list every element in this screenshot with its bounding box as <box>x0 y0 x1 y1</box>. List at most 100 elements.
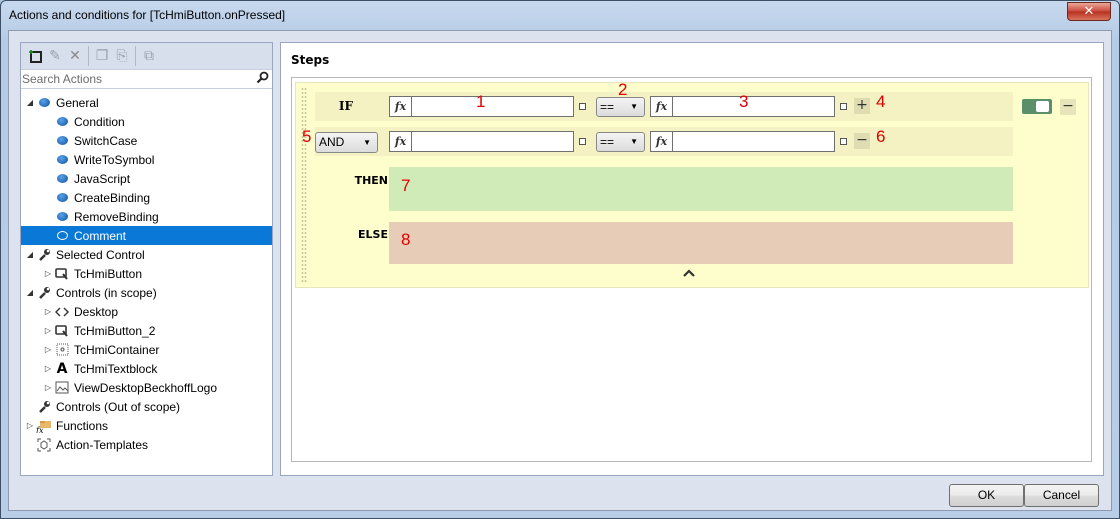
drag-handle[interactable] <box>301 87 307 283</box>
tree-item-label: CreateBinding <box>74 190 151 205</box>
expand-arrow-icon[interactable]: ▷ <box>42 383 54 392</box>
close-icon: ✕ <box>1083 4 1095 19</box>
annotation-5: 5 <box>302 127 312 146</box>
fx-icon[interactable]: fx <box>651 132 673 151</box>
expand-arrow-icon[interactable]: ▷ <box>42 364 54 373</box>
remove-condition-button[interactable]: − <box>854 133 870 149</box>
tree-item[interactable]: CreateBinding <box>21 188 272 207</box>
search-icon[interactable] <box>256 71 269 88</box>
fx-icon[interactable]: fx <box>390 132 412 151</box>
copy-icon[interactable]: ❐ <box>92 46 112 66</box>
action-icon <box>54 191 70 205</box>
edit-action-icon[interactable]: ✎ <box>45 46 65 66</box>
left-expression-checkbox[interactable] <box>579 103 586 110</box>
tree-item[interactable]: ▷ TcHmiButton_2 <box>21 321 272 340</box>
search-input[interactable] <box>21 70 272 88</box>
ok-button[interactable]: OK <box>949 484 1024 507</box>
tree-item[interactable]: ▷ A TcHmiTextblock <box>21 359 272 378</box>
tree-item[interactable]: Controls (Out of scope) <box>21 397 272 416</box>
tree-item[interactable]: Condition <box>21 112 272 131</box>
tree-item[interactable]: ▷ TcHmiButton <box>21 264 272 283</box>
chevron-down-icon: ▼ <box>630 137 638 146</box>
title-bar: Actions and conditions for [TcHmiButton.… <box>1 1 1119 29</box>
tree-item[interactable]: ▷ fx Functions <box>21 416 272 435</box>
annotation-8: 8 <box>401 230 411 249</box>
cancel-button[interactable]: Cancel <box>1024 484 1099 507</box>
tree-item[interactable]: ◢ Controls (in scope) <box>21 283 272 302</box>
right-expression-input[interactable] <box>674 97 834 116</box>
annotation-7: 7 <box>401 176 411 195</box>
collapse-arrow-icon[interactable]: ◢ <box>24 288 36 297</box>
expand-arrow-icon[interactable]: ▷ <box>42 345 54 354</box>
then-drop-area[interactable] <box>389 167 1013 211</box>
action-icon <box>54 229 70 243</box>
expand-arrow-icon[interactable]: ▷ <box>42 307 54 316</box>
fx-icon[interactable]: fx <box>651 97 673 116</box>
button-icon <box>54 324 70 338</box>
operator-select[interactable]: == ▼ <box>596 97 645 117</box>
operator-select[interactable]: == ▼ <box>596 132 645 152</box>
collapse-arrow-icon[interactable]: ◢ <box>24 98 36 107</box>
chevron-down-icon: ▼ <box>363 138 371 147</box>
tree-item[interactable]: Comment <box>21 226 272 245</box>
right-expression-input[interactable] <box>674 132 834 151</box>
actions-toolbar: ✎ ✕ ❐ ⎘ ⧉ <box>21 43 272 70</box>
remove-block-button[interactable]: − <box>1060 99 1076 115</box>
tree-item-label: TcHmiContainer <box>74 342 160 357</box>
functions-icon: fx <box>36 419 52 433</box>
search-box <box>21 70 272 89</box>
add-condition-button[interactable]: + <box>854 98 870 114</box>
tree-item[interactable]: WriteToSymbol <box>21 150 272 169</box>
action-icon <box>54 115 70 129</box>
tree-item-label: ViewDesktopBeckhoffLogo <box>74 380 217 395</box>
steps-panel: Steps IF fx == ▼ fx + AND ▼ fx == ▼ fx −… <box>280 42 1104 476</box>
tree-item[interactable]: SwitchCase <box>21 131 272 150</box>
delete-action-icon[interactable]: ✕ <box>65 46 85 66</box>
paste-icon[interactable]: ⎘ <box>112 46 132 66</box>
collapse-arrow-icon[interactable]: ◢ <box>24 250 36 259</box>
close-button[interactable]: ✕ <box>1067 2 1111 21</box>
right-expression-checkbox[interactable] <box>840 103 847 110</box>
add-action-icon[interactable] <box>25 46 45 66</box>
expand-arrow-icon[interactable]: ▷ <box>42 269 54 278</box>
tree-item-label: JavaScript <box>74 171 131 186</box>
tree-item[interactable]: JavaScript <box>21 169 272 188</box>
action-icon <box>54 134 70 148</box>
left-expression-input[interactable] <box>413 97 573 116</box>
condition-block: IF fx == ▼ fx + AND ▼ fx == ▼ fx − − THE… <box>295 80 1089 288</box>
logic-operator-select[interactable]: AND ▼ <box>315 132 378 153</box>
left-expression-input[interactable] <box>413 132 573 151</box>
container-icon <box>54 343 70 357</box>
toolbar-separator <box>88 46 89 66</box>
fx-icon[interactable]: fx <box>390 97 412 116</box>
collapse-icon[interactable] <box>683 266 695 280</box>
annotation-1: 1 <box>476 92 486 111</box>
wrench-icon <box>36 400 52 414</box>
tree-item[interactable]: Action-Templates <box>21 435 272 454</box>
enable-toggle[interactable] <box>1022 99 1052 114</box>
image-icon <box>54 381 70 395</box>
dialog-window: Actions and conditions for [TcHmiButton.… <box>0 0 1120 519</box>
action-icon <box>54 172 70 186</box>
expand-arrow-icon[interactable]: ▷ <box>42 326 54 335</box>
tree-item[interactable]: ◢ General <box>21 93 272 112</box>
tree-item[interactable]: ▷ ViewDesktopBeckhoffLogo <box>21 378 272 397</box>
steps-area: IF fx == ▼ fx + AND ▼ fx == ▼ fx − − THE… <box>291 77 1092 462</box>
tree-item[interactable]: RemoveBinding <box>21 207 272 226</box>
annotation-3: 3 <box>739 92 749 111</box>
tree-item-label: Functions <box>56 418 109 433</box>
dialog-client: ✎ ✕ ❐ ⎘ ⧉ ◢ General Condition SwitchCase Wri… <box>8 30 1112 511</box>
tree-item[interactable]: ▷ Desktop <box>21 302 272 321</box>
right-expression-checkbox[interactable] <box>840 138 847 145</box>
duplicate-icon[interactable]: ⧉ <box>139 46 159 66</box>
tree-item-label: TcHmiButton <box>74 266 143 281</box>
tree-item-label: WriteToSymbol <box>74 152 155 167</box>
tree-item-label: Comment <box>74 228 127 243</box>
annotation-2: 2 <box>618 80 628 99</box>
else-drop-area[interactable] <box>389 222 1013 264</box>
tree-item[interactable]: ◢ Selected Control <box>21 245 272 264</box>
text-icon: A <box>56 360 68 377</box>
tree-item[interactable]: ▷ TcHmiContainer <box>21 340 272 359</box>
expand-arrow-icon[interactable]: ▷ <box>24 421 36 430</box>
left-expression-checkbox[interactable] <box>579 138 586 145</box>
